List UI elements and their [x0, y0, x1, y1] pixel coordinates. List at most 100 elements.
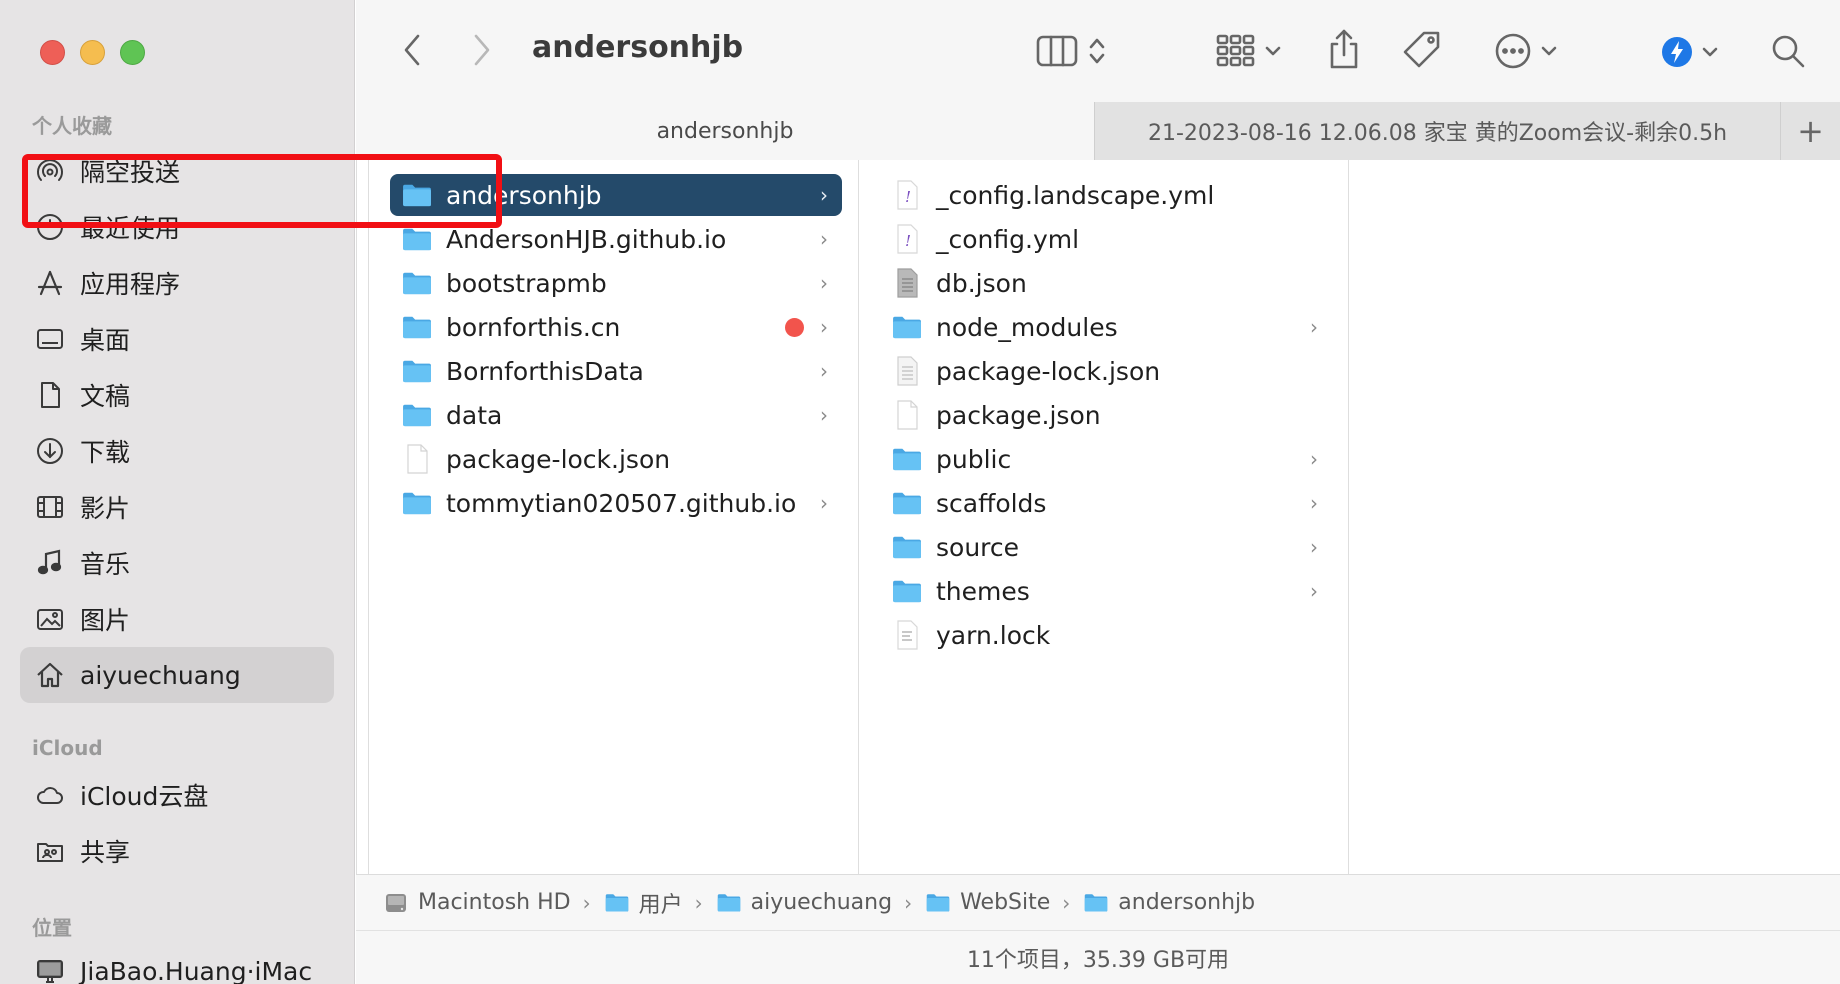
sidebar: 个人收藏 隔空投送 最近使用 应用程序 桌面 文稿 下载 影片 音乐 图片 aiyuechuang…: [0, 0, 355, 984]
svg-text:!: !: [905, 232, 911, 250]
file-row-package-json[interactable]: package.json: [880, 394, 1332, 436]
file-row-package-lock-json[interactable]: package-lock.json: [390, 438, 842, 480]
minimize-window-button[interactable]: [80, 40, 105, 65]
file-row-package-lock-json[interactable]: package-lock.json: [880, 350, 1332, 392]
sidebar-item-label: JiaBao.Huang·iMac: [80, 956, 313, 984]
desktop-icon: [32, 324, 68, 354]
chevron-left-icon: [404, 34, 420, 66]
sidebar-item-item[interactable]: 图片: [20, 591, 334, 647]
path-item-website[interactable]: WebSite: [924, 890, 1050, 915]
folder-row-themes[interactable]: themes ›: [880, 570, 1332, 612]
sidebar-item-label: 图片: [80, 606, 131, 635]
chevron-right-icon: ›: [1310, 315, 1318, 339]
folder-row-tommytian020507-github-io[interactable]: tommytian020507.github.io ›: [390, 482, 842, 524]
share-icon: [1330, 29, 1358, 69]
path-item-label: WebSite: [960, 890, 1051, 915]
file-row-config-yml[interactable]: ! _config.yml: [880, 218, 1332, 260]
chevron-right-icon: ›: [1310, 535, 1318, 559]
folder-row-node-modules[interactable]: node_modules ›: [880, 306, 1332, 348]
cloud-icon: [32, 780, 68, 810]
airdrop-icon: [32, 156, 68, 186]
item-name: node_modules: [936, 312, 1118, 342]
item-name: _config.yml: [936, 224, 1080, 254]
sidebar-item-item[interactable]: 应用程序: [20, 255, 334, 311]
download-icon: [32, 436, 68, 466]
tag-button[interactable]: [1398, 26, 1446, 74]
item-name: tommytian020507.github.io: [446, 488, 797, 518]
item-name: yarn.lock: [936, 620, 1051, 650]
close-window-button[interactable]: [40, 40, 65, 65]
sidebar-item-item[interactable]: 下载: [20, 423, 334, 479]
tab-andersonhjb[interactable]: andersonhjb: [356, 102, 1094, 160]
chevron-down-icon: [1265, 46, 1281, 56]
path-item-item[interactable]: 用户: [603, 887, 683, 919]
folder-row-scaffolds[interactable]: scaffolds ›: [880, 482, 1332, 524]
folder-row-andersonhjb-github-io[interactable]: AndersonHJB.github.io ›: [390, 218, 842, 260]
sidebar-item-label: 最近使用: [80, 214, 181, 243]
chevron-right-icon: ›: [1310, 491, 1318, 515]
folder-row-bornforthisdata[interactable]: BornforthisData ›: [390, 350, 842, 392]
extension-button[interactable]: [1660, 30, 1720, 74]
back-button[interactable]: [392, 30, 432, 70]
tag-icon: [1403, 31, 1440, 68]
search-button[interactable]: [1766, 28, 1810, 74]
folder-icon: [890, 532, 924, 562]
folder-row-source[interactable]: source ›: [880, 526, 1332, 568]
sidebar-item-item[interactable]: 桌面: [20, 311, 334, 367]
sidebar-item-label: iCloud云盘: [80, 782, 209, 811]
folder-icon: [1082, 891, 1110, 915]
path-item-macintosh-hd[interactable]: Macintosh HD: [382, 890, 571, 915]
item-name: db.json: [936, 268, 1027, 298]
file-row-config-landscape-yml[interactable]: ! _config.landscape.yml: [880, 174, 1332, 216]
sidebar-item-item[interactable]: 隔空投送: [20, 143, 334, 199]
home-folder-icon: [715, 891, 743, 915]
forward-button[interactable]: [462, 30, 502, 70]
file-icon: [890, 400, 924, 430]
sidebar-item-item[interactable]: 音乐: [20, 535, 334, 591]
chevron-right-icon: ›: [1310, 447, 1318, 471]
path-item-aiyuechuang[interactable]: aiyuechuang: [715, 890, 892, 915]
path-separator-icon: ›: [582, 890, 591, 915]
sidebar-item-label: 共享: [80, 838, 131, 867]
sidebar-item-item[interactable]: 共享: [20, 823, 334, 879]
file-icon: !: [890, 224, 924, 254]
tab-zoom-meeting[interactable]: 21-2023-08-16 12.06.08 家宝 黄的Zoom会议-剩余0.5…: [1094, 102, 1780, 160]
folder-row-public[interactable]: public ›: [880, 438, 1332, 480]
file-icon: [890, 268, 924, 298]
folder-row-data[interactable]: data ›: [390, 394, 842, 436]
view-mode-button[interactable]: [1026, 28, 1116, 74]
zoom-window-button[interactable]: [120, 40, 145, 65]
sidebar-section-icloud: iCloud: [32, 736, 103, 760]
hard-drive-icon: [382, 891, 410, 915]
sidebar-item-label: 文稿: [80, 382, 131, 411]
sidebar-item-item[interactable]: 影片: [20, 479, 334, 535]
group-button[interactable]: [1210, 28, 1288, 74]
file-row-db-json[interactable]: db.json: [880, 262, 1332, 304]
share-button[interactable]: [1322, 24, 1366, 74]
item-name: bornforthis.cn: [446, 312, 621, 342]
sidebar-item-item[interactable]: 最近使用: [20, 199, 334, 255]
bolt-badge-icon: [1662, 37, 1692, 67]
sidebar-item-label: aiyuechuang: [80, 660, 241, 690]
folder-icon: [890, 444, 924, 474]
file-row-yarn-lock[interactable]: yarn.lock: [880, 614, 1332, 656]
sidebar-item-jiabao-huang-imac[interactable]: JiaBao.Huang·iMac: [20, 943, 334, 984]
tab-bar: andersonhjb 21-2023-08-16 12.06.08 家宝 黄的…: [356, 102, 1840, 160]
sidebar-item-aiyuechuang[interactable]: aiyuechuang: [20, 647, 334, 703]
folder-row-bootstrapmb[interactable]: bootstrapmb ›: [390, 262, 842, 304]
sidebar-item-item[interactable]: 文稿: [20, 367, 334, 423]
folder-icon: [400, 488, 434, 518]
new-tab-button[interactable]: +: [1780, 102, 1840, 160]
item-name: public: [936, 444, 1012, 474]
item-name: andersonhjb: [446, 180, 602, 210]
sidebar-item-icloud[interactable]: iCloud云盘: [20, 767, 334, 823]
more-actions-button[interactable]: [1486, 28, 1566, 74]
folder-row-bornforthis-cn[interactable]: bornforthis.cn ›: [390, 306, 842, 348]
chevron-down-icon: [1541, 46, 1557, 56]
window-title: andersonhjb: [532, 30, 744, 65]
path-item-andersonhjb[interactable]: andersonhjb: [1082, 890, 1255, 915]
file-icon: [890, 620, 924, 650]
folder-row-andersonhjb[interactable]: andersonhjb ›: [390, 174, 842, 216]
path-item-label: aiyuechuang: [750, 890, 893, 915]
item-name: package.json: [936, 400, 1101, 430]
